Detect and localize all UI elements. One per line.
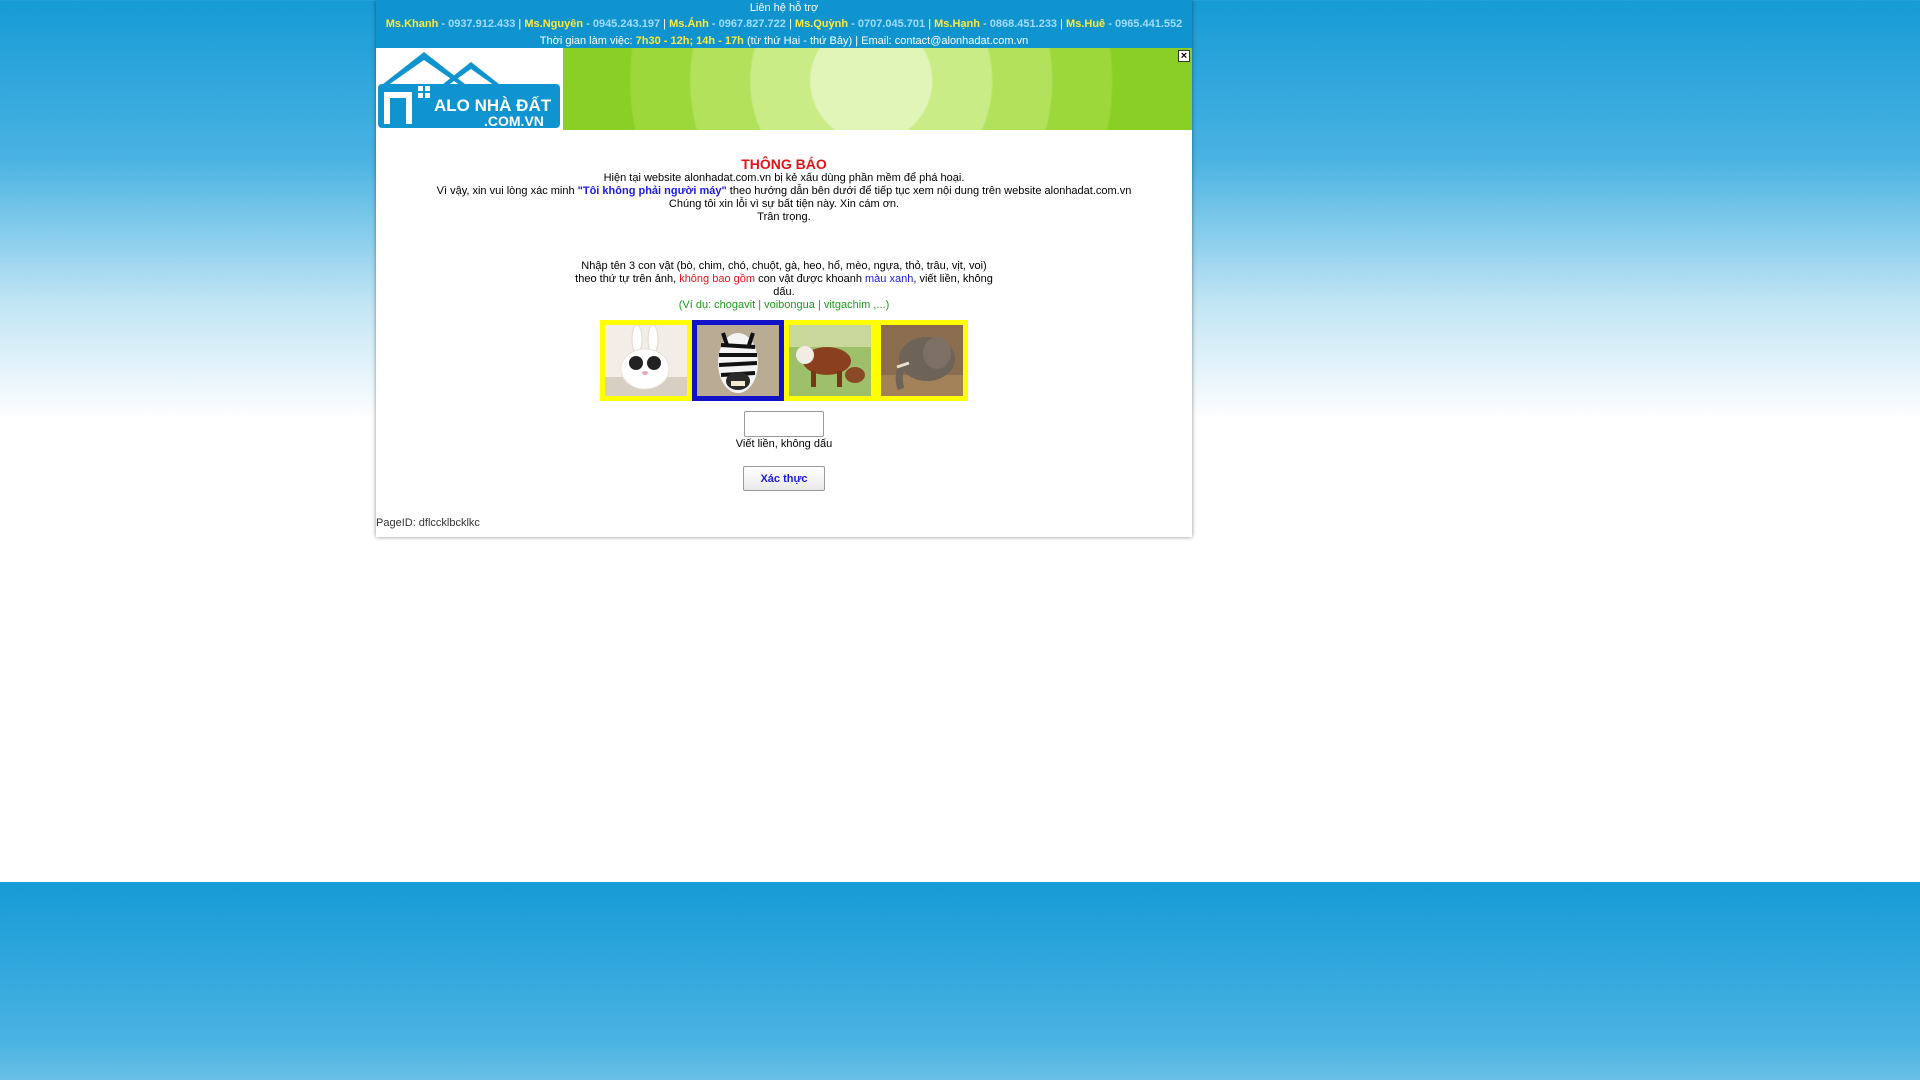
hours-label: Thời gian làm việc: [539,35,633,47]
captcha-images [600,320,968,401]
contact-phone[interactable]: 0965.441.552 [1115,18,1182,30]
logo-house-icon: ALO NHÀ ĐẤT .COM.VN [378,52,560,129]
elephant-icon [881,325,963,396]
animal-tile-elephant[interactable] [876,320,968,401]
contact-phone[interactable]: 0707.045.701 [858,18,925,30]
notice-line: Trân trọng. [757,211,811,223]
instruction-line: theo thứ tự trên ảnh, không bao gồm con … [376,273,1192,286]
notice-title: THÔNG BÁO [741,156,827,172]
logo-text-line2: .COM.VN [484,113,544,129]
support-contacts: Ms.Khanh - 0937.912.433 | Ms.Nguyên - 09… [385,18,1183,30]
main-content: THÔNG BÁO Hiện tại website alonhadat.com… [376,130,1192,537]
support-title: Liên hệ hỗ trợ [749,2,819,14]
instruction-exclude: không bao gồm [679,273,756,285]
verify-button[interactable]: Xác thực [743,466,825,491]
page-id: PageID: dflccklbcklkc [376,517,480,529]
banner: ALO NHÀ ĐẤT .COM.VN × [376,48,1192,130]
input-hint: Viết liền, không dấu [735,438,833,450]
contact-phone[interactable]: 0937.912.433 [448,18,515,30]
working-days-email: (từ thứ Hai - thứ Bảy) | Email: contact@… [746,35,1029,47]
animal-tile-cow[interactable] [784,320,876,401]
animal-tile-rabbit[interactable] [600,320,692,401]
page-container: Liên hệ hỗ trợ Ms.Khanh - 0937.912.433 |… [376,0,1192,537]
instruction-text: theo thứ tự trên ảnh, [575,273,680,285]
captcha-quote: "Tôi không phải người máy" [577,185,727,197]
working-hours: Thời gian làm việc: 7h30 - 12h; 14h - 17… [376,33,1192,49]
contact-phone[interactable]: 0868.451.233 [990,18,1057,30]
cow-icon [789,325,871,396]
instruction-line: Nhập tên 3 con vật (bò, chim, chó, chuột… [581,260,987,272]
contact-name: Ms.Hạnh [934,18,980,30]
notice-text: theo hướng dẫn bên dưới để tiếp tục xem … [726,185,1132,197]
hours-value: 7h30 - 12h; 14h - 17h [635,35,744,47]
contact-name: Ms.Khanh [385,18,439,30]
contact-phone[interactable]: 0967.827.722 [719,18,786,30]
notice-line: Vì vậy, xin vui lòng xác minh "Tôi không… [376,185,1192,198]
close-icon[interactable]: × [1178,50,1190,62]
notice-line: Hiện tại website alonhadat.com.vn bị kẻ … [603,172,965,184]
support-header: Liên hệ hỗ trợ Ms.Khanh - 0937.912.433 |… [376,0,1192,48]
contact-name: Ms.Nguyên [524,18,584,30]
animal-tile-zebra[interactable] [692,320,784,401]
instruction-color: màu xanh [865,273,914,285]
instruction-text: con vật được khoanh [755,273,866,285]
contact-name: Ms.Huê [1066,18,1106,30]
contact-name: Ms.Quỳnh [794,18,849,30]
rabbit-icon [605,325,687,396]
instruction-line: dấu. [773,286,795,298]
site-logo[interactable]: ALO NHÀ ĐẤT .COM.VN [376,48,563,130]
captcha-instructions: Nhập tên 3 con vật (bò, chim, chó, chuột… [376,260,1192,312]
contact-phone[interactable]: 0945.243.197 [593,18,660,30]
instruction-example: (Ví dụ: chogavit | voibongua | vitgachim… [678,299,890,311]
notice-text: Vì vậy, xin vui lòng xác minh [436,185,578,197]
ad-banner[interactable]: × [563,48,1192,130]
instruction-text: , viết liền, không [913,273,993,285]
captcha-answer-input[interactable] [744,411,824,437]
notice-line: Chúng tôi xin lỗi vì sự bất tiện này. Xi… [668,198,900,210]
contact-name: Ms.Ánh [669,18,709,30]
zebra-icon [697,325,779,396]
